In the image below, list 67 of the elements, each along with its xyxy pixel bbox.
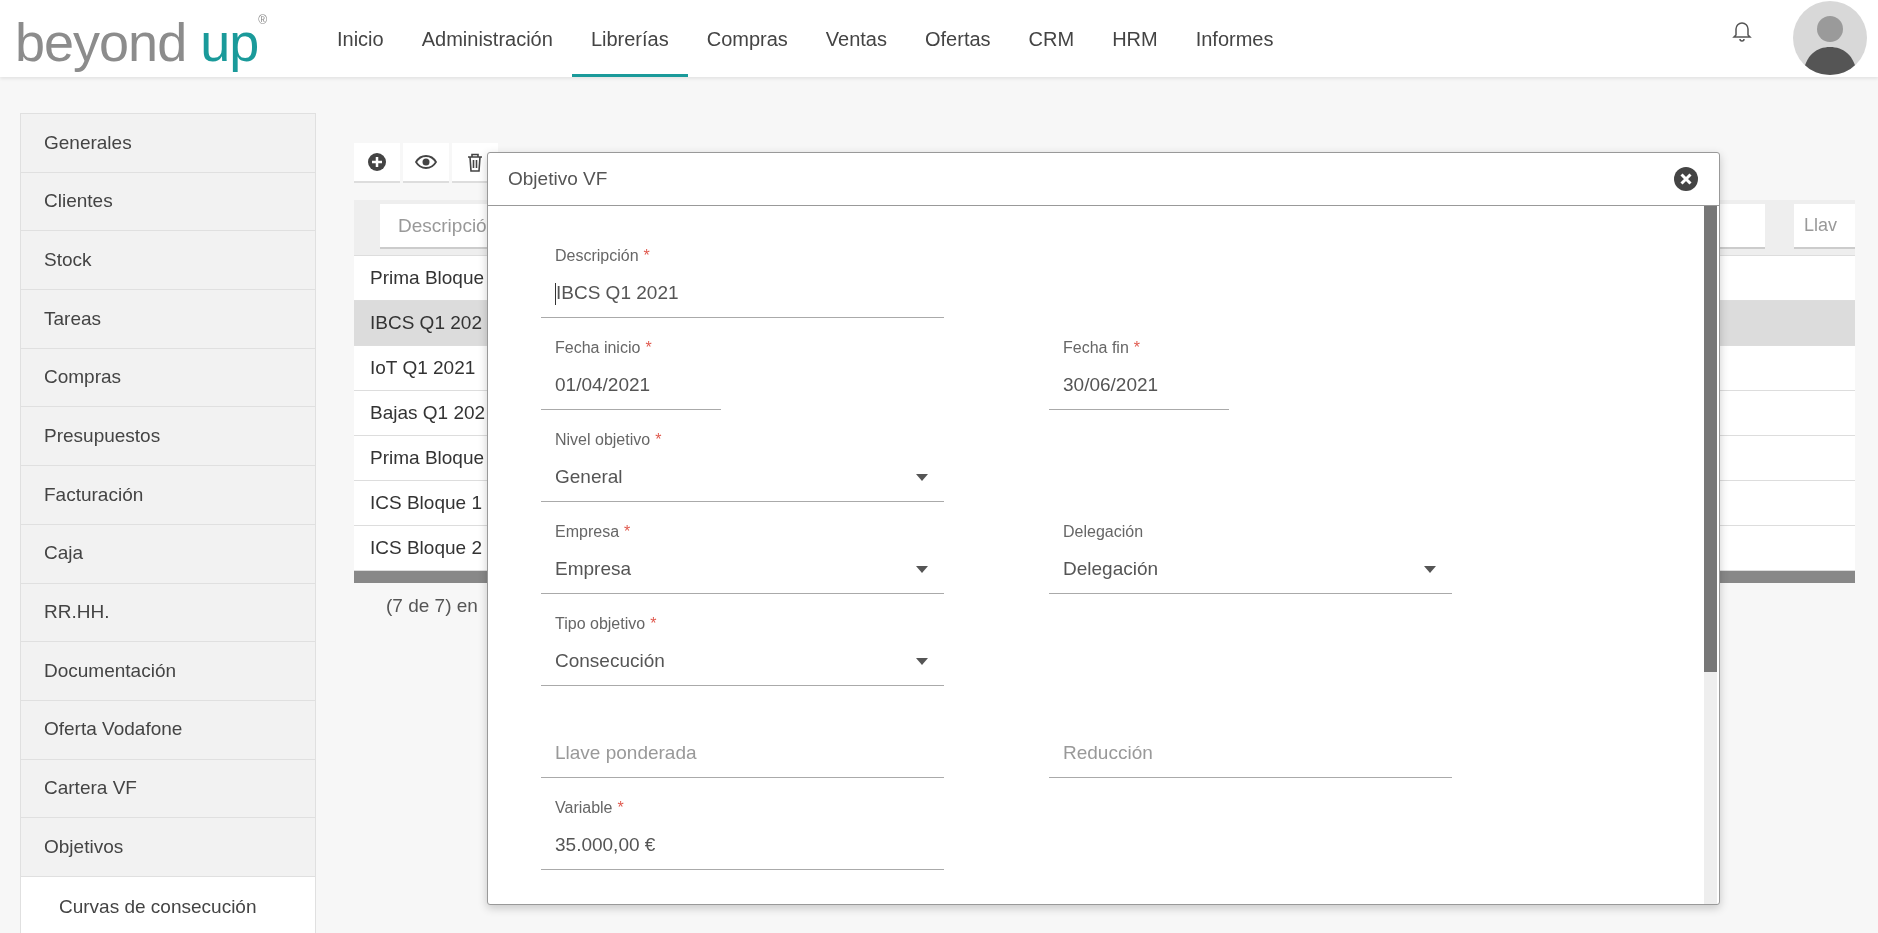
nav-tab[interactable]: Inicio — [318, 0, 403, 77]
select-field[interactable]: Delegación — [1049, 546, 1452, 594]
paginator-text: (7 de 7) en — [386, 594, 478, 618]
field-label: Tipo objetivo — [555, 615, 646, 632]
select-field[interactable]: Empresa — [541, 546, 944, 594]
nav-tab[interactable]: Librerías — [571, 0, 688, 77]
required-mark: * — [650, 615, 657, 632]
caret-icon — [916, 658, 928, 665]
table-cell-text: Prima Bloque — [369, 265, 485, 290]
required-mark: * — [643, 247, 650, 264]
vertical-scrollbar[interactable] — [1704, 206, 1717, 904]
date-field[interactable]: 01/04/2021 — [541, 362, 721, 410]
field-label: Fecha fin — [1063, 339, 1129, 356]
field-label: Nivel objetivo — [555, 431, 651, 448]
close-icon[interactable] — [1673, 166, 1699, 192]
table-cell-text: IBCS Q1 202 — [369, 310, 482, 335]
select-field[interactable]: Consecución — [541, 638, 944, 686]
sidebar-item[interactable]: Clientes — [21, 172, 315, 232]
nav-tab[interactable]: CRM — [1009, 0, 1094, 77]
field-label: Fecha inicio — [555, 339, 641, 356]
eye-icon — [415, 155, 437, 169]
field-label: Empresa — [555, 523, 620, 540]
sidebar-item[interactable]: Oferta Vodafone — [21, 700, 315, 760]
table-cell-text: IoT Q1 2021 — [369, 355, 476, 380]
sidebar-subitem[interactable]: Curvas de consecución — [21, 876, 315, 933]
caret-icon — [916, 566, 928, 573]
sidebar-item[interactable]: Presupuestos — [21, 407, 315, 467]
input-field[interactable]: IBCS Q1 2021 — [541, 270, 944, 318]
sidebar-item[interactable]: Documentación — [21, 642, 315, 701]
view-button[interactable] — [403, 143, 449, 183]
table-cell-text: Prima Bloque — [369, 445, 485, 470]
sidebar-item[interactable]: Cartera VF — [21, 759, 315, 819]
required-mark: * — [624, 523, 631, 540]
plus-circle-icon — [367, 152, 387, 172]
required-mark: * — [1133, 339, 1141, 356]
trash-icon — [467, 152, 483, 172]
nav-tab[interactable]: Compras — [687, 0, 807, 77]
dialog-title: Objetivo VF — [508, 166, 608, 191]
date-field[interactable]: 30/06/2021 — [1049, 362, 1229, 410]
field-label: Delegación — [1063, 523, 1144, 540]
add-button[interactable] — [354, 143, 400, 183]
sidebar-item[interactable]: Facturación — [21, 466, 315, 525]
required-mark: * — [655, 431, 662, 448]
sidebar-item[interactable]: Stock — [21, 231, 315, 291]
required-mark: * — [645, 339, 652, 356]
nav-tab[interactable]: Informes — [1176, 0, 1293, 77]
table-cell-text: ICS Bloque 1 — [369, 490, 482, 515]
table-cell-text: ICS Bloque 2 — [369, 535, 482, 560]
caret-icon — [1424, 566, 1436, 573]
required-mark: * — [617, 799, 624, 816]
filter-field[interactable]: Llav — [1794, 204, 1855, 249]
sidebar-item[interactable]: Generales — [21, 114, 315, 173]
nav-tab[interactable]: Ofertas — [906, 0, 1010, 77]
sidebar-item[interactable]: Compras — [21, 348, 315, 408]
select-field[interactable]: General — [541, 454, 944, 502]
nav-tab[interactable]: Administración — [402, 0, 572, 77]
nav-tab[interactable]: HRM — [1093, 0, 1177, 77]
nav-tab[interactable]: Ventas — [806, 0, 906, 77]
sidebar-item[interactable]: Objetivos — [21, 818, 315, 877]
table-cell-text: Bajas Q1 202 — [369, 400, 486, 425]
bell-icon[interactable] — [1732, 20, 1752, 42]
field-label: Descripción — [555, 247, 639, 264]
field-label: Variable — [555, 799, 613, 816]
input-field[interactable]: 35.000,00 € — [541, 822, 944, 870]
sidebar-item[interactable]: RR.HH. — [21, 583, 315, 643]
sidebar-item[interactable]: Tareas — [21, 290, 315, 349]
sidebar-item[interactable]: Caja — [21, 524, 315, 584]
